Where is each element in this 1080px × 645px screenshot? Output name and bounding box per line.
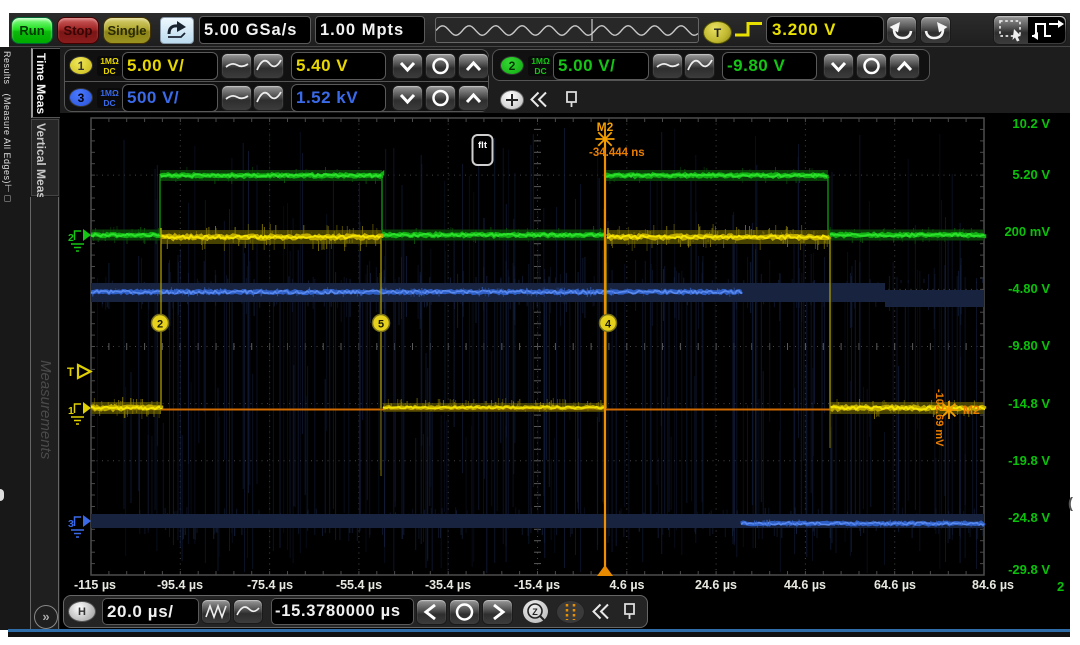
svg-text:-102.69 mV: -102.69 mV bbox=[933, 389, 945, 447]
svg-text:5: 5 bbox=[378, 319, 384, 331]
svg-text:M2: M2 bbox=[963, 403, 980, 417]
svg-text:4: 4 bbox=[605, 319, 612, 331]
svg-text:Z: Z bbox=[532, 607, 538, 617]
svg-text:2: 2 bbox=[68, 232, 74, 244]
svg-text:2: 2 bbox=[157, 319, 163, 331]
svg-text:-34.444 ns: -34.444 ns bbox=[589, 147, 645, 159]
svg-text:T: T bbox=[67, 367, 74, 379]
svg-text:3: 3 bbox=[68, 518, 74, 530]
svg-text:1: 1 bbox=[68, 405, 74, 417]
svg-text:flt: flt bbox=[478, 140, 488, 151]
svg-text:M2: M2 bbox=[597, 120, 614, 134]
